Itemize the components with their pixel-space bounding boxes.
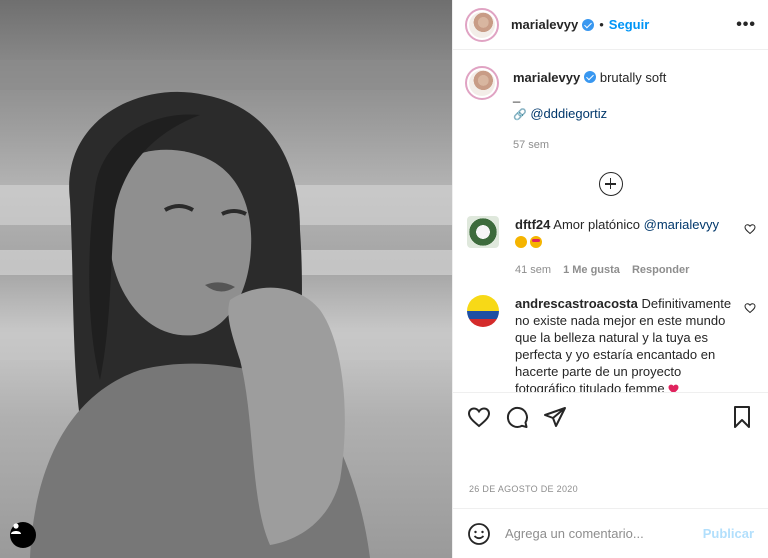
instagram-post: marialevyy • Seguir ••• marialevyy bruta… (0, 0, 768, 558)
comment-username[interactable]: andrescastroacosta (515, 296, 638, 311)
comment-input[interactable] (505, 526, 703, 541)
like-comment-heart-icon[interactable] (744, 302, 756, 314)
post-photo[interactable] (0, 0, 452, 558)
credit-mention-link[interactable]: @dddiegortiz (530, 106, 607, 121)
portrait-illustration (0, 60, 452, 558)
link-icon: 🔗 (513, 109, 527, 121)
author-username[interactable]: marialevyy (511, 17, 578, 32)
post-header: marialevyy • Seguir ••• (453, 0, 768, 50)
comment-bubble-icon[interactable] (505, 405, 529, 429)
comment-meta: 41 sem 1 Me gusta Responder (515, 262, 733, 279)
emoji-smile-icon[interactable] (467, 522, 491, 546)
like-comment-heart-icon[interactable] (744, 223, 756, 235)
comment-item: dftf24 Amor platónico @marialevyy 41 sem… (465, 216, 756, 279)
likes-area (453, 440, 768, 478)
caption-avatar[interactable] (465, 66, 499, 100)
like-heart-icon[interactable] (467, 405, 491, 429)
publish-button[interactable]: Publicar (703, 526, 754, 541)
caption-body: marialevyy brutally soft _ 🔗 @dddiegorti… (513, 66, 666, 154)
caption-line2: _ (513, 88, 521, 103)
comment-likes-count[interactable]: 1 Me gusta (563, 262, 620, 279)
commenter-avatar[interactable] (467, 295, 499, 327)
comment-body: andrescastroacosta Definitivamente no ex… (515, 295, 733, 392)
comment-username[interactable]: dftf24 (515, 217, 550, 232)
comments-list[interactable]: marialevyy brutally soft _ 🔗 @dddiegorti… (453, 50, 768, 392)
save-bookmark-icon[interactable] (730, 405, 754, 429)
post-actions-bar (453, 392, 768, 440)
red-heart-emoji-icon (668, 384, 679, 392)
post-date: 26 DE AGOSTO DE 2020 (469, 484, 578, 494)
caption-age: 57 sem (513, 139, 550, 151)
comment-item: andrescastroacosta Definitivamente no ex… (465, 295, 756, 392)
load-more-comments (465, 172, 756, 196)
caption-text: brutally soft (599, 70, 667, 85)
caption-username[interactable]: marialevyy (513, 70, 580, 85)
reply-button[interactable]: Responder (632, 262, 689, 279)
author-avatar[interactable] (465, 7, 499, 42)
comment-text: Amor platónico (553, 217, 641, 232)
follow-button[interactable]: Seguir (609, 17, 649, 32)
share-send-icon[interactable] (543, 405, 567, 429)
load-more-plus-icon[interactable] (598, 172, 623, 196)
comment-age: 41 sem (515, 264, 552, 276)
more-horizontal-icon[interactable]: ••• (736, 16, 756, 34)
tagged-user-icon[interactable] (10, 522, 36, 548)
heart-eyes-emoji-icon (530, 236, 542, 248)
verified-badge-icon (584, 71, 597, 83)
post-caption: marialevyy brutally soft _ 🔗 @dddiegorti… (465, 66, 756, 154)
comment-body: dftf24 Amor platónico @marialevyy 41 sem… (515, 216, 733, 279)
verified-badge-icon (582, 18, 595, 31)
sad-face-emoji-icon (515, 236, 527, 248)
separator-dot: • (599, 17, 604, 32)
post-sidebar: marialevyy • Seguir ••• marialevyy bruta… (452, 0, 768, 558)
commenter-avatar[interactable] (467, 216, 499, 248)
comment-mention-link[interactable]: @marialevyy (644, 217, 719, 232)
comment-composer: Publicar (453, 508, 768, 558)
